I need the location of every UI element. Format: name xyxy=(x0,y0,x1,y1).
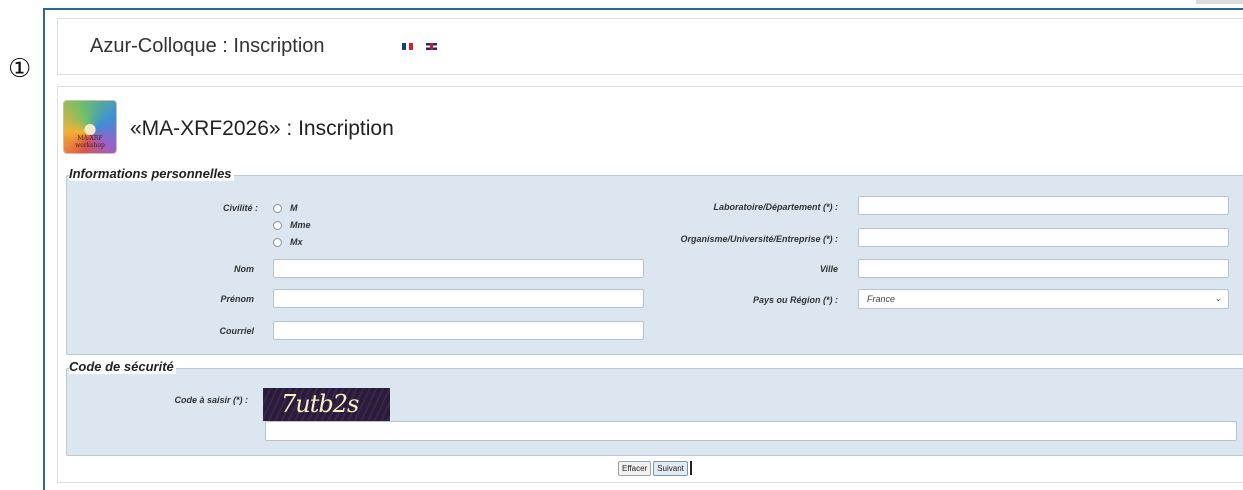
page-title: «MA-XRF2026» : Inscription xyxy=(130,117,394,140)
form-actions: Effacer Suivant xyxy=(618,461,692,476)
pays-label: Pays ou Région (*) : xyxy=(752,295,838,305)
flag-uk-icon[interactable] xyxy=(426,43,437,50)
app-title: Azur-Colloque : Inscription xyxy=(90,35,325,57)
security-legend: Code de sécurité xyxy=(69,359,176,374)
civility-option-mx[interactable]: Mx xyxy=(273,237,303,247)
civility-option-label: M xyxy=(290,203,298,213)
ville-input[interactable] xyxy=(858,259,1229,278)
chevron-down-icon: ⌄ xyxy=(1214,293,1222,303)
nom-label: Nom xyxy=(234,264,254,274)
flag-france-icon[interactable] xyxy=(402,43,414,50)
courriel-input[interactable] xyxy=(273,321,644,340)
window-edge-strip xyxy=(1196,0,1243,4)
personal-info-legend: Informations personnelles xyxy=(69,166,234,181)
captcha-text: 7utb2s xyxy=(281,390,359,418)
security-section xyxy=(66,368,1243,456)
nom-input[interactable] xyxy=(273,259,644,278)
prenom-label: Prénom xyxy=(220,294,254,304)
captcha-image: 7utb2s xyxy=(263,388,390,421)
organisme-input[interactable] xyxy=(858,228,1229,247)
text-cursor xyxy=(689,461,692,475)
pays-selected-value: France xyxy=(867,294,896,304)
step-marker: ① xyxy=(8,54,32,84)
clear-button[interactable]: Effacer xyxy=(618,461,652,476)
radio-button-icon[interactable] xyxy=(273,203,282,213)
laboratoire-input[interactable] xyxy=(858,196,1229,215)
event-logo: MA-XRF workshop xyxy=(63,100,117,154)
pays-select[interactable]: France ⌄ xyxy=(858,289,1229,309)
event-logo-text: MA-XRF workshop xyxy=(75,135,105,149)
civility-option-m[interactable]: M xyxy=(273,203,298,213)
registration-panel: MA-XRF workshop «MA-XRF2026» : Inscripti… xyxy=(57,86,1243,483)
prenom-input[interactable] xyxy=(273,289,644,308)
code-label: Code à saisir (*) : xyxy=(174,395,248,405)
civility-option-label: Mx xyxy=(290,237,303,247)
laboratoire-label: Laboratoire/Département (*) : xyxy=(713,202,838,212)
code-input[interactable] xyxy=(265,421,1237,441)
ville-label: Ville xyxy=(819,264,838,274)
radio-button-icon[interactable] xyxy=(273,220,282,230)
courriel-label: Courriel xyxy=(219,326,254,336)
app-header: Azur-Colloque : Inscription xyxy=(57,18,1243,75)
civility-label: Civilité : xyxy=(222,203,258,213)
civility-option-mme[interactable]: Mme xyxy=(273,220,311,230)
radio-button-icon[interactable] xyxy=(273,237,282,247)
organisme-label: Organisme/Université/Entreprise (*) : xyxy=(680,234,838,244)
next-button[interactable]: Suivant xyxy=(653,461,688,476)
civility-option-label: Mme xyxy=(290,220,311,230)
